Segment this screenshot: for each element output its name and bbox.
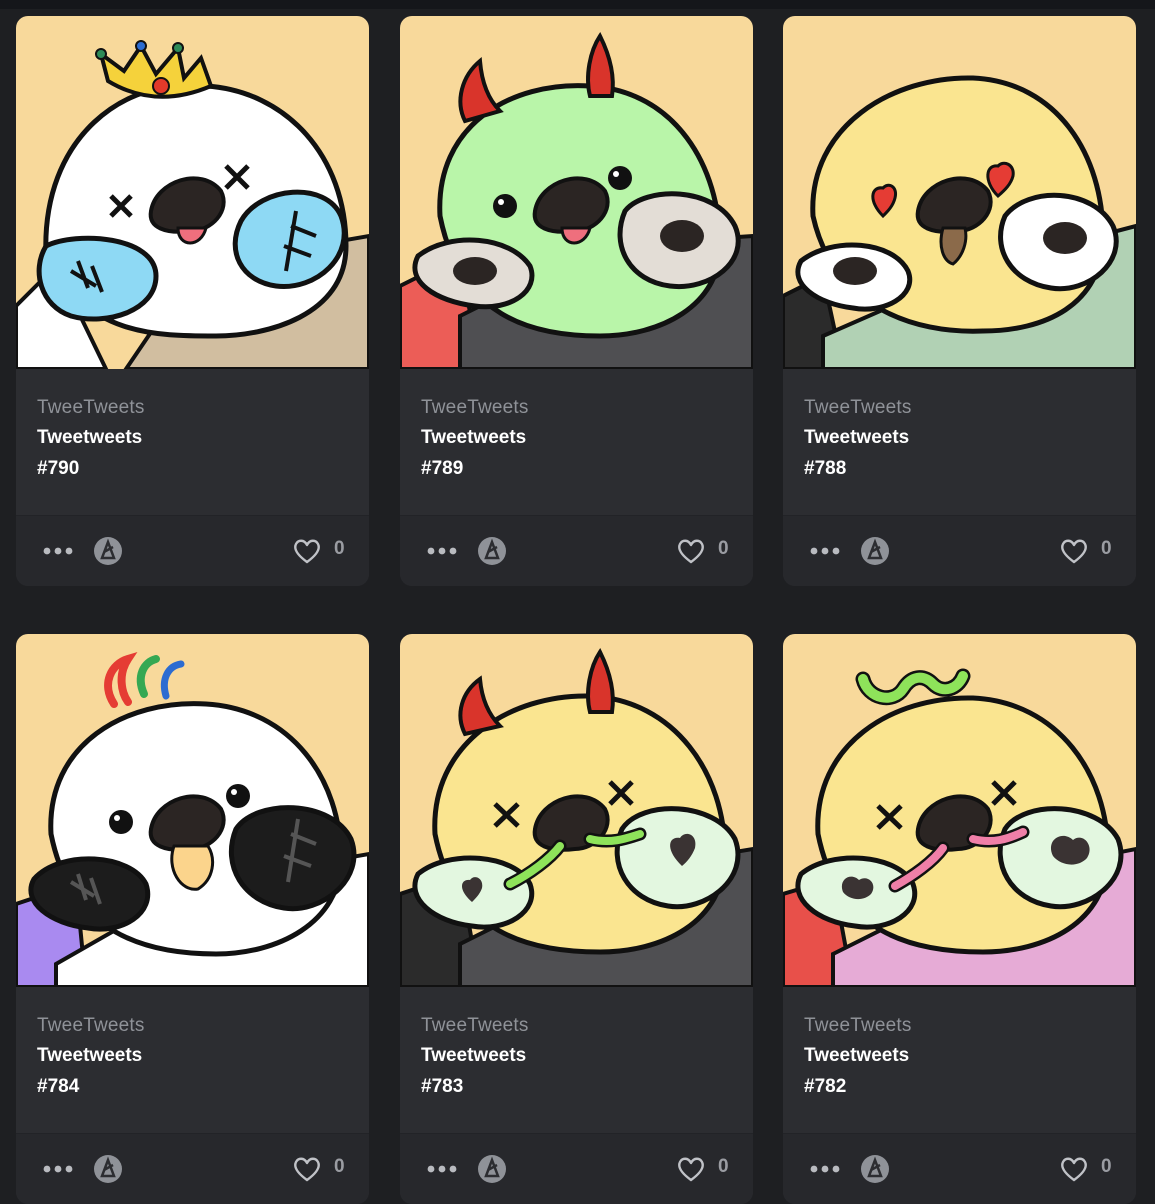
nft-artwork-image xyxy=(400,16,753,369)
nft-number: #782 xyxy=(804,1076,847,1097)
like-count: 0 xyxy=(1101,538,1112,559)
card-info: TweeTweets Tweetweets #784 xyxy=(16,987,369,1133)
top-bar xyxy=(0,0,1155,9)
nft-number: #789 xyxy=(421,458,464,479)
card-footer: 0 xyxy=(400,1133,753,1204)
more-options-icon[interactable] xyxy=(426,1157,458,1181)
blockchain-logo-icon[interactable] xyxy=(93,1154,123,1184)
blockchain-logo-icon[interactable] xyxy=(860,536,890,566)
nft-artwork-image xyxy=(783,16,1136,369)
heart-icon[interactable] xyxy=(1059,536,1089,566)
heart-icon[interactable] xyxy=(676,1154,706,1184)
card-info: TweeTweets Tweetweets #783 xyxy=(400,987,753,1133)
card-footer: 0 xyxy=(783,515,1136,586)
nft-card[interactable]: TweeTweets Tweetweets #782 0 xyxy=(783,634,1136,1204)
nft-artwork-image xyxy=(16,16,369,369)
nft-number: #784 xyxy=(37,1076,80,1097)
collection-name[interactable]: TweeTweets xyxy=(37,1015,145,1037)
card-footer: 0 xyxy=(783,1133,1136,1204)
card-info: TweeTweets Tweetweets #788 xyxy=(783,369,1136,515)
like-count: 0 xyxy=(1101,1156,1112,1177)
nft-name: Tweetweets xyxy=(421,427,527,448)
more-options-icon[interactable] xyxy=(426,539,458,563)
collection-name[interactable]: TweeTweets xyxy=(37,397,145,419)
nft-number: #790 xyxy=(37,458,80,479)
card-footer: 0 xyxy=(400,515,753,586)
nft-artwork-image xyxy=(16,634,369,987)
blockchain-logo-icon[interactable] xyxy=(860,1154,890,1184)
blockchain-logo-icon[interactable] xyxy=(477,1154,507,1184)
card-footer: 0 xyxy=(16,515,369,586)
blockchain-logo-icon[interactable] xyxy=(93,536,123,566)
collection-name[interactable]: TweeTweets xyxy=(804,397,912,419)
nft-name: Tweetweets xyxy=(421,1045,527,1066)
card-info: TweeTweets Tweetweets #789 xyxy=(400,369,753,515)
nft-name: Tweetweets xyxy=(37,427,143,448)
nft-number: #788 xyxy=(804,458,847,479)
card-info: TweeTweets Tweetweets #790 xyxy=(16,369,369,515)
heart-icon[interactable] xyxy=(292,1154,322,1184)
heart-icon[interactable] xyxy=(676,536,706,566)
more-options-icon[interactable] xyxy=(809,1157,841,1181)
collection-name[interactable]: TweeTweets xyxy=(421,1015,529,1037)
collection-name[interactable]: TweeTweets xyxy=(804,1015,912,1037)
nft-artwork-image xyxy=(783,634,1136,987)
heart-icon[interactable] xyxy=(1059,1154,1089,1184)
card-footer: 0 xyxy=(16,1133,369,1204)
like-count: 0 xyxy=(718,538,729,559)
collection-name[interactable]: TweeTweets xyxy=(421,397,529,419)
nft-card[interactable]: TweeTweets Tweetweets #790 0 xyxy=(16,16,369,586)
more-options-icon[interactable] xyxy=(42,539,74,563)
nft-card[interactable]: TweeTweets Tweetweets #784 0 xyxy=(16,634,369,1204)
nft-card[interactable]: TweeTweets Tweetweets #788 0 xyxy=(783,16,1136,586)
nft-card[interactable]: TweeTweets Tweetweets #783 0 xyxy=(400,634,753,1204)
like-count: 0 xyxy=(334,1156,345,1177)
nft-name: Tweetweets xyxy=(804,1045,910,1066)
more-options-icon[interactable] xyxy=(42,1157,74,1181)
like-count: 0 xyxy=(334,538,345,559)
heart-icon[interactable] xyxy=(292,536,322,566)
nft-name: Tweetweets xyxy=(37,1045,143,1066)
nft-name: Tweetweets xyxy=(804,427,910,448)
nft-artwork-image xyxy=(400,634,753,987)
like-count: 0 xyxy=(718,1156,729,1177)
nft-number: #783 xyxy=(421,1076,464,1097)
nft-card[interactable]: TweeTweets Tweetweets #789 0 xyxy=(400,16,753,586)
card-info: TweeTweets Tweetweets #782 xyxy=(783,987,1136,1133)
more-options-icon[interactable] xyxy=(809,539,841,563)
blockchain-logo-icon[interactable] xyxy=(477,536,507,566)
